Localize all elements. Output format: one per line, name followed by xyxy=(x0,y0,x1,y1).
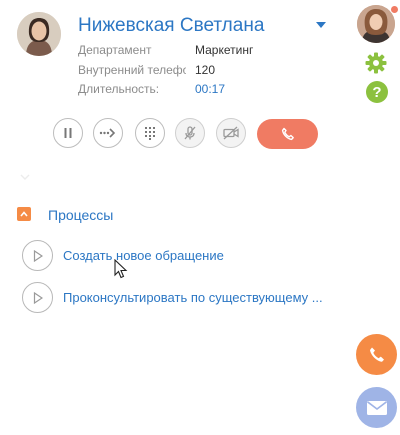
chevron-down-icon[interactable] xyxy=(316,22,326,28)
notification-badge xyxy=(390,5,399,14)
mute-button[interactable] xyxy=(175,118,205,148)
gear-icon xyxy=(365,52,387,74)
mute-microphone-icon xyxy=(184,126,196,140)
department-label: Департамент xyxy=(78,43,152,57)
processes-title: Процессы xyxy=(48,207,114,223)
pause-icon xyxy=(64,128,72,138)
transfer-icon xyxy=(99,128,116,138)
help-button[interactable]: ? xyxy=(366,81,388,103)
transfer-button[interactable] xyxy=(93,118,123,148)
contact-avatar xyxy=(17,12,61,56)
pause-button[interactable] xyxy=(53,118,83,148)
phone-icon xyxy=(369,347,384,362)
play-icon xyxy=(33,249,43,262)
process-link[interactable]: Проконсультировать по существующему ... xyxy=(63,290,323,305)
process-run-button[interactable] xyxy=(22,240,53,271)
duration-label: Длительность: xyxy=(78,82,160,96)
process-run-button[interactable] xyxy=(22,282,53,313)
collapse-chevron-icon xyxy=(20,167,30,185)
video-button[interactable] xyxy=(216,118,246,148)
play-icon xyxy=(33,291,43,304)
contact-name[interactable]: Нижевская Светлана xyxy=(78,15,264,37)
video-off-icon xyxy=(223,126,239,140)
settings-button[interactable] xyxy=(364,51,388,80)
question-icon: ? xyxy=(372,83,382,101)
hangup-icon xyxy=(281,127,294,141)
duration-value: 00:17 xyxy=(195,82,226,96)
dialpad-button[interactable] xyxy=(135,118,165,148)
email-panel-button[interactable] xyxy=(356,387,397,428)
processes-toggle-button[interactable] xyxy=(17,207,31,221)
dialpad-icon xyxy=(145,127,155,140)
hangup-button[interactable] xyxy=(257,119,318,149)
mouse-cursor-icon xyxy=(114,258,128,284)
chevron-up-icon xyxy=(20,211,28,217)
department-value: Маркетинг xyxy=(195,43,254,57)
extension-value: 120 xyxy=(195,63,216,77)
extension-label: Внутренний телефон xyxy=(78,63,186,77)
mail-icon xyxy=(366,400,387,415)
call-panel-button[interactable] xyxy=(356,334,397,375)
process-link[interactable]: Создать новое обращение xyxy=(63,248,224,263)
